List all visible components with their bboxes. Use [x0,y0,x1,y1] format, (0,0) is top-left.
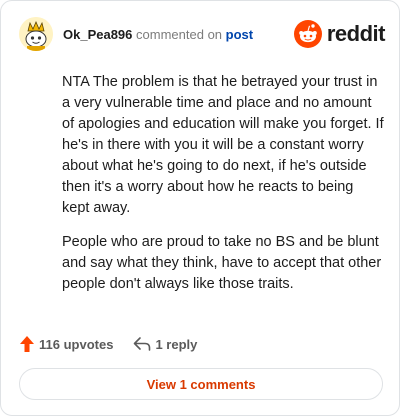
comment-paragraph: People who are proud to take no BS and b… [62,234,382,292]
snoo-avatar-icon [19,17,53,51]
byline-action-text: commented on [136,27,223,42]
comment-actions: 116 upvotes 1 reply [19,334,197,354]
reddit-brand[interactable]: reddit [293,19,386,49]
comment-header: Ok_Pea896 commented on post reddit [19,15,386,55]
reddit-snoo-icon [293,20,322,48]
comment-paragraph: NTA The problem is that he betrayed your… [62,74,384,216]
reddit-wordmark: reddit [326,21,386,46]
comment-body: NTA The problem is that he betrayed your… [62,72,384,308]
reply-arrow-icon [134,337,151,351]
upvote-arrow-icon [20,336,34,352]
comment-byline: Ok_Pea896 commented on post [63,27,253,42]
view-comments-label: View 1 comments [146,376,256,392]
comment-card: Ok_Pea896 commented on post reddit NTA T… [0,0,400,416]
user-avatar[interactable] [19,17,53,51]
upvote-button[interactable]: 116 upvotes [19,335,113,353]
post-link[interactable]: post [226,27,253,42]
view-comments-button[interactable]: View 1 comments [19,368,383,400]
username-link[interactable]: Ok_Pea896 [63,27,132,42]
reply-count: 1 reply [155,336,198,352]
reply-button[interactable]: 1 reply [133,336,197,352]
upvote-count: 116 upvotes [39,336,114,352]
